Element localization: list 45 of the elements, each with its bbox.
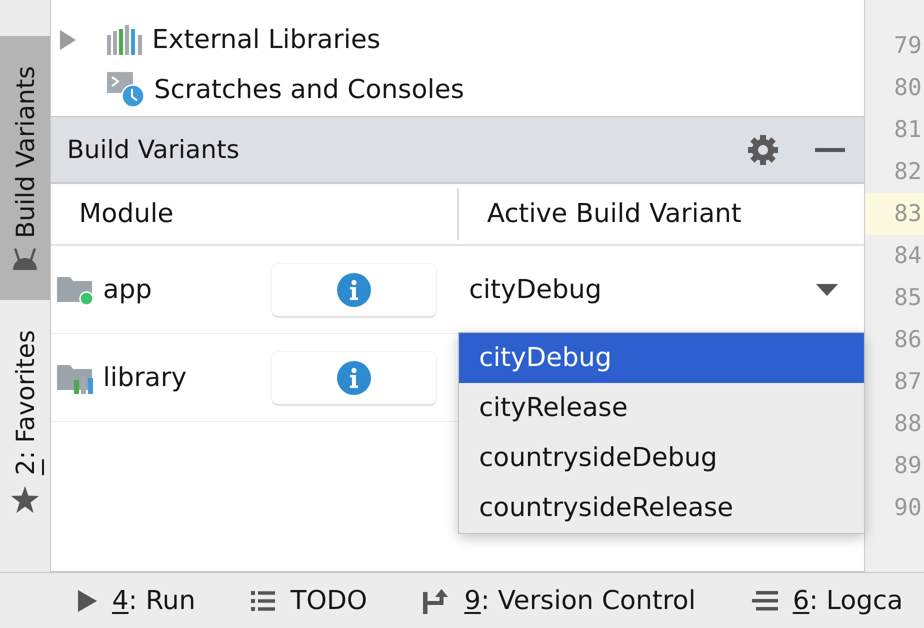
info-button[interactable] <box>272 264 436 316</box>
line-number: 87 <box>893 368 923 397</box>
robot-head-icon <box>12 248 38 270</box>
info-icon <box>337 360 371 394</box>
line-number: 90 <box>893 494 923 523</box>
sidebar-tab[interactable]: Build Variants <box>0 36 50 300</box>
line-number: 81 <box>893 116 923 145</box>
line-number: 82 <box>893 158 923 187</box>
lines-icon <box>752 590 778 612</box>
line-number: 84 <box>893 242 923 271</box>
panel-title: Build Variants <box>67 135 240 164</box>
console-clock-icon <box>107 72 145 108</box>
tree-item[interactable]: Scratches and Consoles <box>51 65 864 115</box>
line-number: 88 <box>893 410 923 439</box>
run-button[interactable]: 4: Run <box>78 586 196 616</box>
line-number: 79 <box>893 32 923 61</box>
minus-icon[interactable] <box>815 148 845 152</box>
branch-arrow-icon <box>423 588 450 614</box>
todo-button[interactable]: TODO <box>251 586 368 616</box>
list-icon <box>251 590 276 610</box>
line-number: 86 <box>893 326 923 355</box>
dropdown-option[interactable]: countrysideDebug <box>459 433 864 483</box>
caret-icon <box>816 284 838 296</box>
play-icon <box>78 590 97 612</box>
logcat-button[interactable]: 6: Logca <box>752 586 903 616</box>
library-bars-icon <box>107 25 143 55</box>
line-number: 80 <box>893 74 923 103</box>
variant-combo[interactable]: cityDebug <box>457 246 864 333</box>
line-number: 83 <box>865 193 924 235</box>
dropdown-option[interactable]: cityDebug <box>459 333 864 383</box>
info-icon <box>337 272 371 306</box>
line-number: 85 <box>893 284 923 313</box>
sidebar-tab[interactable]: 2: Favorites <box>0 300 50 543</box>
version-control-button[interactable]: 9: Version Control <box>423 586 696 616</box>
line-number: 89 <box>893 452 923 481</box>
module-name: app <box>103 274 152 304</box>
column-header: Module <box>78 198 175 231</box>
dropdown-option[interactable]: countrysideRelease <box>459 483 864 533</box>
expand-arrow-icon[interactable] <box>60 30 76 50</box>
dropdown-option[interactable]: cityRelease <box>459 383 864 433</box>
settings-icon[interactable] <box>748 134 778 164</box>
info-button[interactable] <box>272 352 436 404</box>
tree-item[interactable]: External Libraries <box>51 15 864 65</box>
module-name: library <box>103 362 187 392</box>
star-icon <box>11 486 39 513</box>
